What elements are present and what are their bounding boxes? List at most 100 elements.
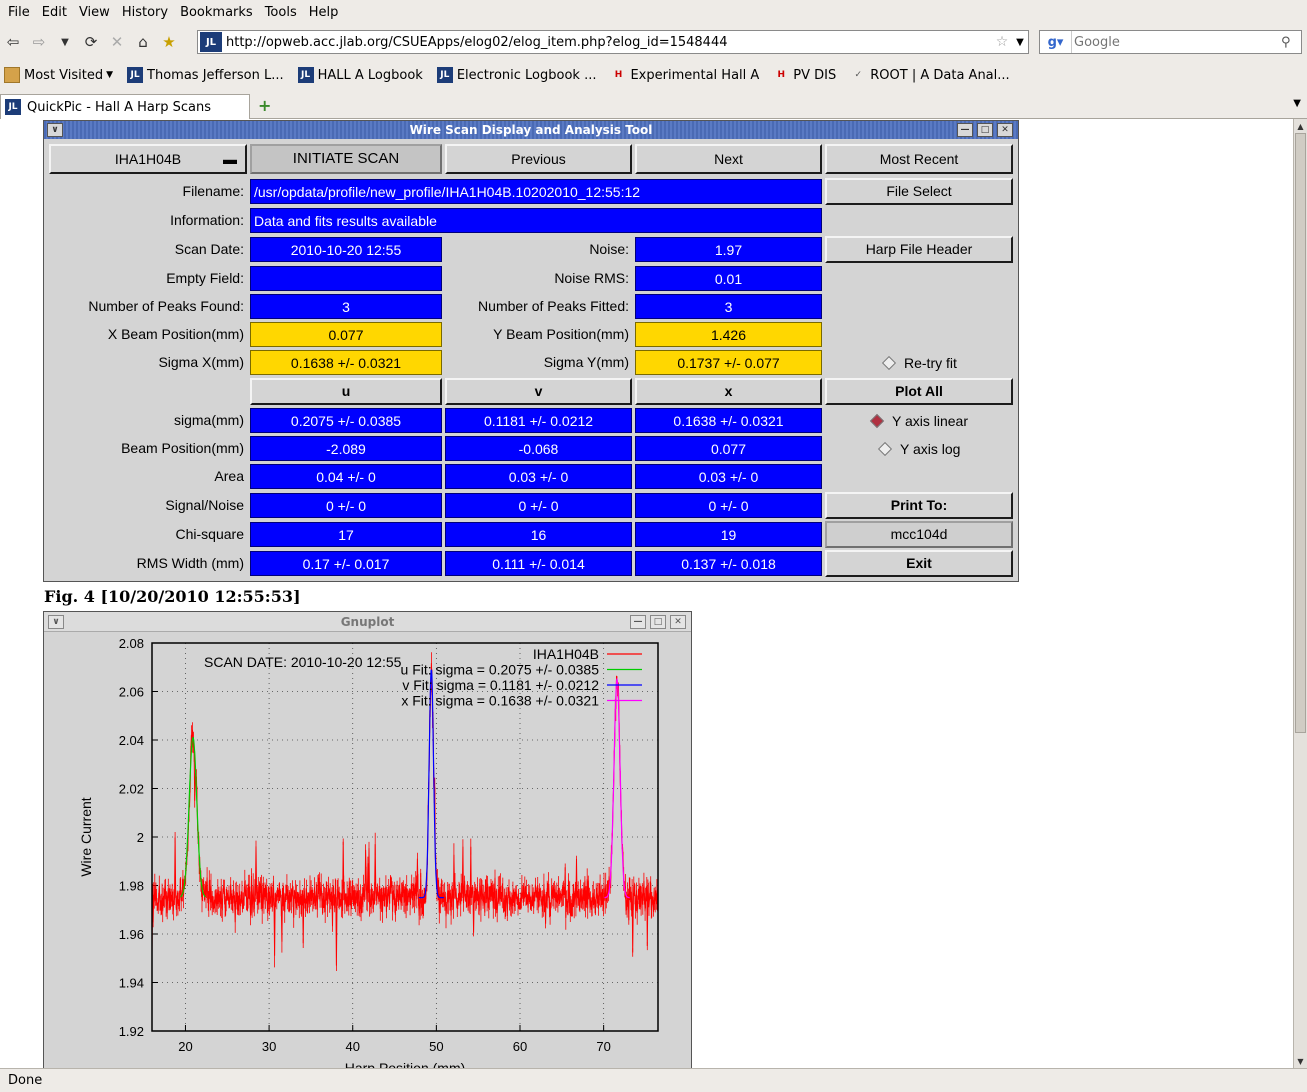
most-recent-button[interactable]: Most Recent — [825, 144, 1013, 174]
back-arrow-icon[interactable]: ⇦ — [0, 29, 26, 55]
url-bar[interactable]: JL http://opweb.acc.jlab.org/CSUEApps/el… — [197, 30, 1029, 54]
printer-field[interactable]: mcc104d — [825, 521, 1013, 548]
new-tab-icon[interactable]: + — [258, 96, 271, 115]
forward-arrow-icon[interactable]: ⇨ — [26, 29, 52, 55]
url-dropdown-icon[interactable]: ▼ — [1012, 37, 1028, 48]
search-engine-icon[interactable]: g▾ — [1040, 31, 1072, 53]
previous-button[interactable]: Previous — [445, 144, 632, 174]
window-menu-icon[interactable]: ∨ — [48, 615, 64, 629]
x-tick-label: 20 — [178, 1039, 192, 1054]
menu-file[interactable]: File — [2, 5, 36, 20]
diamond-indicator-icon — [881, 355, 897, 371]
harp-file-header-button[interactable]: Harp File Header — [825, 236, 1013, 263]
column-u-button[interactable]: u — [250, 378, 442, 405]
peaks-fitted-label: Number of Peaks Fitted: — [478, 298, 629, 314]
bookmark-star-icon[interactable]: ★ — [156, 29, 182, 55]
jlab-icon: JL — [297, 67, 314, 83]
window-menu-icon[interactable]: ∨ — [47, 123, 63, 137]
sigma-x-field: 0.1638 +/- 0.0321 — [250, 350, 442, 375]
next-button[interactable]: Next — [635, 144, 822, 174]
filename-field[interactable]: /usr/opdata/profile/new_profile/IHA1H04B… — [250, 179, 822, 204]
hall-a-icon: H — [777, 70, 786, 80]
minimize-icon[interactable]: — — [630, 615, 646, 629]
y-axis-label: Wire Current — [78, 797, 94, 876]
scroll-down-icon[interactable]: ▼ — [1294, 1054, 1307, 1068]
file-select-button[interactable]: File Select — [825, 178, 1013, 205]
x-axis-label: Harp Position (mm) — [345, 1060, 466, 1068]
bookmark-label: Experimental Hall A — [630, 67, 760, 83]
row-value: 0.04 +/- 0 — [250, 464, 442, 489]
option-menu-icon: ▬ — [223, 151, 237, 167]
sigma-y-field: 0.1737 +/- 0.077 — [635, 350, 822, 375]
reload-icon[interactable]: ⟳ — [78, 29, 104, 55]
row-value: -0.068 — [445, 436, 632, 461]
plot-all-button[interactable]: Plot All — [825, 378, 1013, 405]
menu-help[interactable]: Help — [303, 5, 345, 20]
y-tick-label: 1.96 — [119, 927, 144, 942]
scroll-thumb[interactable] — [1295, 133, 1306, 733]
menu-bookmarks[interactable]: Bookmarks — [174, 5, 259, 20]
information-field: Data and fits results available — [250, 208, 822, 233]
folder-icon — [4, 67, 20, 83]
menu-edit[interactable]: Edit — [36, 5, 73, 20]
row-value: 19 — [635, 522, 822, 547]
bookmark-electronic-logbook[interactable]: JL Electronic Logbook ... — [436, 67, 596, 83]
close-icon[interactable]: ✕ — [997, 123, 1013, 137]
jlab-icon: JL — [5, 99, 21, 115]
y-axis-linear-radio[interactable]: Y axis linear — [869, 411, 968, 431]
history-dropdown-icon[interactable]: ▼ — [52, 29, 78, 55]
bookmark-most-visited[interactable]: Most Visited ▼ — [4, 67, 113, 83]
retry-fit-label: Re-try fit — [904, 355, 957, 371]
empty-field-label: Empty Field: — [166, 270, 244, 286]
jlab-icon: JL — [127, 67, 144, 83]
menu-history[interactable]: History — [116, 5, 174, 20]
noise-field: 1.97 — [635, 237, 822, 262]
stop-icon[interactable]: ✕ — [104, 29, 130, 55]
bookmark-pv-dis[interactable]: H PV DIS — [773, 67, 837, 83]
harp-select[interactable]: IHA1H04B ▬ — [49, 144, 247, 174]
bookmark-experimental-hall-a[interactable]: H Experimental Hall A — [610, 67, 760, 83]
bookmark-label: Thomas Jefferson L... — [147, 67, 284, 83]
y-axis-log-radio[interactable]: Y axis log — [877, 439, 960, 459]
legend-entry-label: u Fit: sigma = 0.2075 +/- 0.0385 — [401, 662, 600, 678]
home-icon[interactable]: ⌂ — [130, 29, 156, 55]
search-box[interactable]: g▾ ⚲ — [1039, 30, 1302, 54]
close-icon[interactable]: ✕ — [670, 615, 686, 629]
minimize-icon[interactable]: — — [957, 123, 973, 137]
retry-fit-checkbox[interactable]: Re-try fit — [881, 353, 957, 373]
y-tick-label: 1.92 — [119, 1024, 144, 1039]
jlab-icon: JL — [436, 67, 453, 83]
url-text[interactable]: http://opweb.acc.jlab.org/CSUEApps/elog0… — [226, 35, 992, 50]
star-icon[interactable]: ☆ — [992, 34, 1012, 50]
search-icon[interactable]: ⚲ — [1281, 35, 1301, 50]
tab-list-icon[interactable]: ▼ — [1293, 98, 1301, 109]
column-x-button[interactable]: x — [635, 378, 822, 405]
print-to-button[interactable]: Print To: — [825, 492, 1013, 519]
tab-quickpic[interactable]: JL QuickPic - Hall A Harp Scans — [0, 94, 250, 119]
site-identity-icon[interactable]: JL — [200, 32, 222, 52]
menu-view[interactable]: View — [73, 5, 116, 20]
maximize-icon[interactable]: □ — [977, 123, 993, 137]
figure-caption: Fig. 4 [10/20/2010 12:55:53] — [44, 587, 301, 606]
noise-rms-field: 0.01 — [635, 266, 822, 291]
page-content: ∨ Wire Scan Display and Analysis Tool — … — [0, 119, 1293, 1068]
bookmark-halla-logbook[interactable]: JL HALL A Logbook — [297, 67, 423, 83]
x-beam-label: X Beam Position(mm) — [107, 326, 244, 342]
status-text: Done — [8, 1073, 43, 1088]
search-input[interactable] — [1072, 33, 1281, 51]
scan-date-field: 2010-10-20 12:55 — [250, 237, 442, 262]
bookmark-jefferson[interactable]: JL Thomas Jefferson L... — [127, 67, 284, 83]
scroll-up-icon[interactable]: ▲ — [1294, 119, 1307, 133]
menu-tools[interactable]: Tools — [259, 5, 303, 20]
sigma-x-label: Sigma X(mm) — [158, 354, 244, 370]
row-label: Area — [214, 468, 244, 484]
maximize-icon[interactable]: □ — [650, 615, 666, 629]
initiate-scan-button[interactable]: INITIATE SCAN — [250, 144, 442, 174]
row-label: sigma(mm) — [174, 412, 244, 428]
page-scrollbar[interactable]: ▲ ▼ — [1293, 119, 1307, 1068]
column-v-button[interactable]: v — [445, 378, 632, 405]
bookmark-root[interactable]: ✓ ROOT | A Data Anal... — [850, 67, 1009, 83]
exit-button[interactable]: Exit — [825, 550, 1013, 577]
row-value: 0.03 +/- 0 — [635, 464, 822, 489]
bookmark-label: PV DIS — [793, 67, 837, 83]
